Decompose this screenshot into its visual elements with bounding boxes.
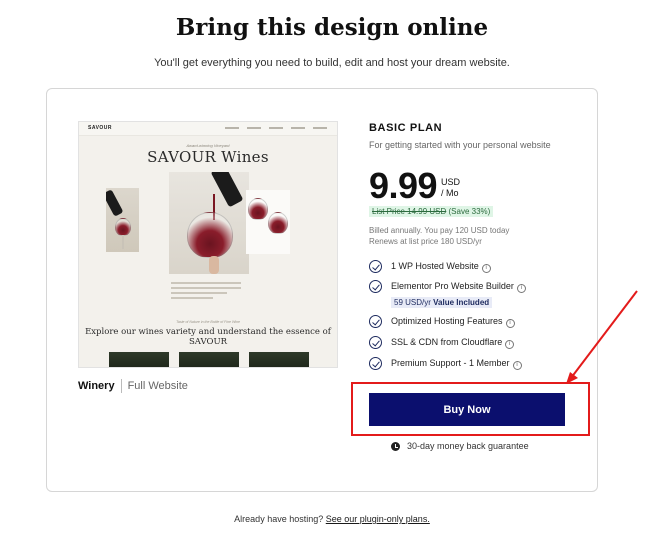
preview-small-caption: Taste of Nature in the Bottle of Fine Wi… [176, 320, 240, 324]
billing-info: Billed annually. You pay 120 USD today R… [369, 225, 509, 247]
preview-site-title: SAVOUR Wines [147, 148, 269, 166]
template-preview[interactable]: SAVOUR Award-winning Vineyard SAVOUR Win… [78, 121, 338, 368]
footer-note: Already have hosting? See our plugin-onl… [0, 514, 664, 524]
price-currency: USD / Mo [441, 177, 460, 199]
feature-list: 1 WP Hosted Website i Elementor Pro Websi… [369, 260, 589, 370]
guarantee-text: 30-day money back guarantee [407, 441, 529, 451]
preview-thumbnails [109, 352, 309, 367]
page-title: Bring this design online [175, 14, 489, 41]
feature-item: 1 WP Hosted Website i [369, 260, 589, 273]
info-icon[interactable]: i [481, 264, 491, 273]
check-circle-icon [369, 336, 382, 349]
preview-nav-links [225, 127, 327, 129]
template-type: Full Website [127, 380, 188, 392]
plugin-only-plans-link[interactable]: See our plugin-only plans. [326, 514, 430, 524]
feature-label: Optimized Hosting Features [391, 316, 503, 326]
plan-description: For getting started with your personal w… [369, 140, 551, 150]
feature-label: Elementor Pro Website Builder [391, 281, 514, 291]
template-caption: Winery Full Website [78, 379, 188, 393]
info-icon[interactable]: i [512, 361, 522, 370]
preview-logo: SAVOUR [88, 125, 113, 131]
feature-item: Elementor Pro Website Builder i 59 USD/yr… [369, 280, 589, 308]
preview-image-glasses [246, 190, 290, 254]
money-back-guarantee: 30-day money back guarantee [391, 441, 529, 451]
currency-label: USD [441, 177, 461, 187]
renewal-line: Renews at list price 180 USD/yr [369, 237, 482, 246]
value-included-badge: 59 USD/yr Value Included [391, 297, 493, 308]
check-circle-icon [369, 315, 382, 328]
preview-section-heading: Explore our wines variety and understand… [85, 327, 331, 347]
check-circle-icon [369, 260, 382, 273]
preview-image-pour [169, 172, 249, 274]
plan-name: BASIC PLAN [369, 122, 443, 134]
buy-now-button[interactable]: Buy Now [369, 393, 565, 426]
preview-nav: SAVOUR [79, 122, 337, 136]
badge-text: Value Included [433, 298, 490, 307]
info-icon[interactable]: i [505, 340, 515, 349]
check-circle-icon [369, 357, 382, 370]
feature-label: SSL & CDN from Cloudflare [391, 337, 503, 347]
plan-price: 9.99 [369, 165, 438, 206]
feature-item: SSL & CDN from Cloudflare i [369, 336, 589, 349]
feature-label: Premium Support - 1 Member [391, 358, 510, 368]
template-name: Winery [78, 380, 115, 392]
caption-divider [120, 379, 122, 393]
footer-text: Already have hosting? [234, 514, 324, 524]
info-icon[interactable]: i [516, 284, 526, 293]
savings-label: (Save 33%) [448, 207, 491, 216]
period-label: / Mo [441, 188, 459, 198]
list-price-badge: List Price 14.99 USD (Save 33%) [369, 206, 494, 217]
billing-line: Billed annually. You pay 120 USD today [369, 226, 510, 235]
page-subtitle: You'll get everything you need to build,… [154, 57, 510, 69]
clock-icon [391, 441, 400, 451]
preview-image-glass-left [106, 188, 139, 252]
feature-item: Optimized Hosting Features i [369, 315, 589, 328]
feature-item: Premium Support - 1 Member i [369, 357, 589, 370]
feature-label: 1 WP Hosted Website [391, 261, 479, 271]
list-price: List Price 14.99 USD [372, 207, 447, 216]
info-icon[interactable]: i [505, 319, 515, 328]
preview-body-text [171, 282, 241, 302]
plan-card: SAVOUR Award-winning Vineyard SAVOUR Win… [46, 88, 598, 492]
badge-value: 59 USD/yr [394, 298, 431, 307]
check-circle-icon [369, 280, 382, 293]
